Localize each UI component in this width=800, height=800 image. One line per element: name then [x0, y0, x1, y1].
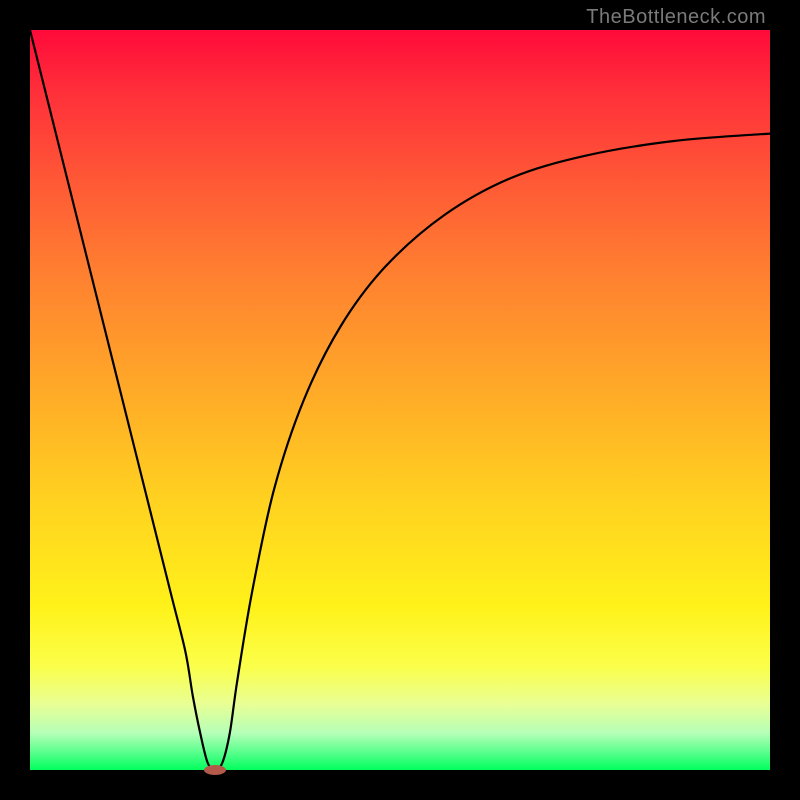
bottleneck-marker	[204, 765, 226, 775]
chart-frame: TheBottleneck.com	[0, 0, 800, 800]
plot-area	[30, 30, 770, 770]
watermark-text: TheBottleneck.com	[586, 6, 766, 29]
curve-line	[30, 30, 770, 770]
chart-svg	[30, 30, 770, 770]
